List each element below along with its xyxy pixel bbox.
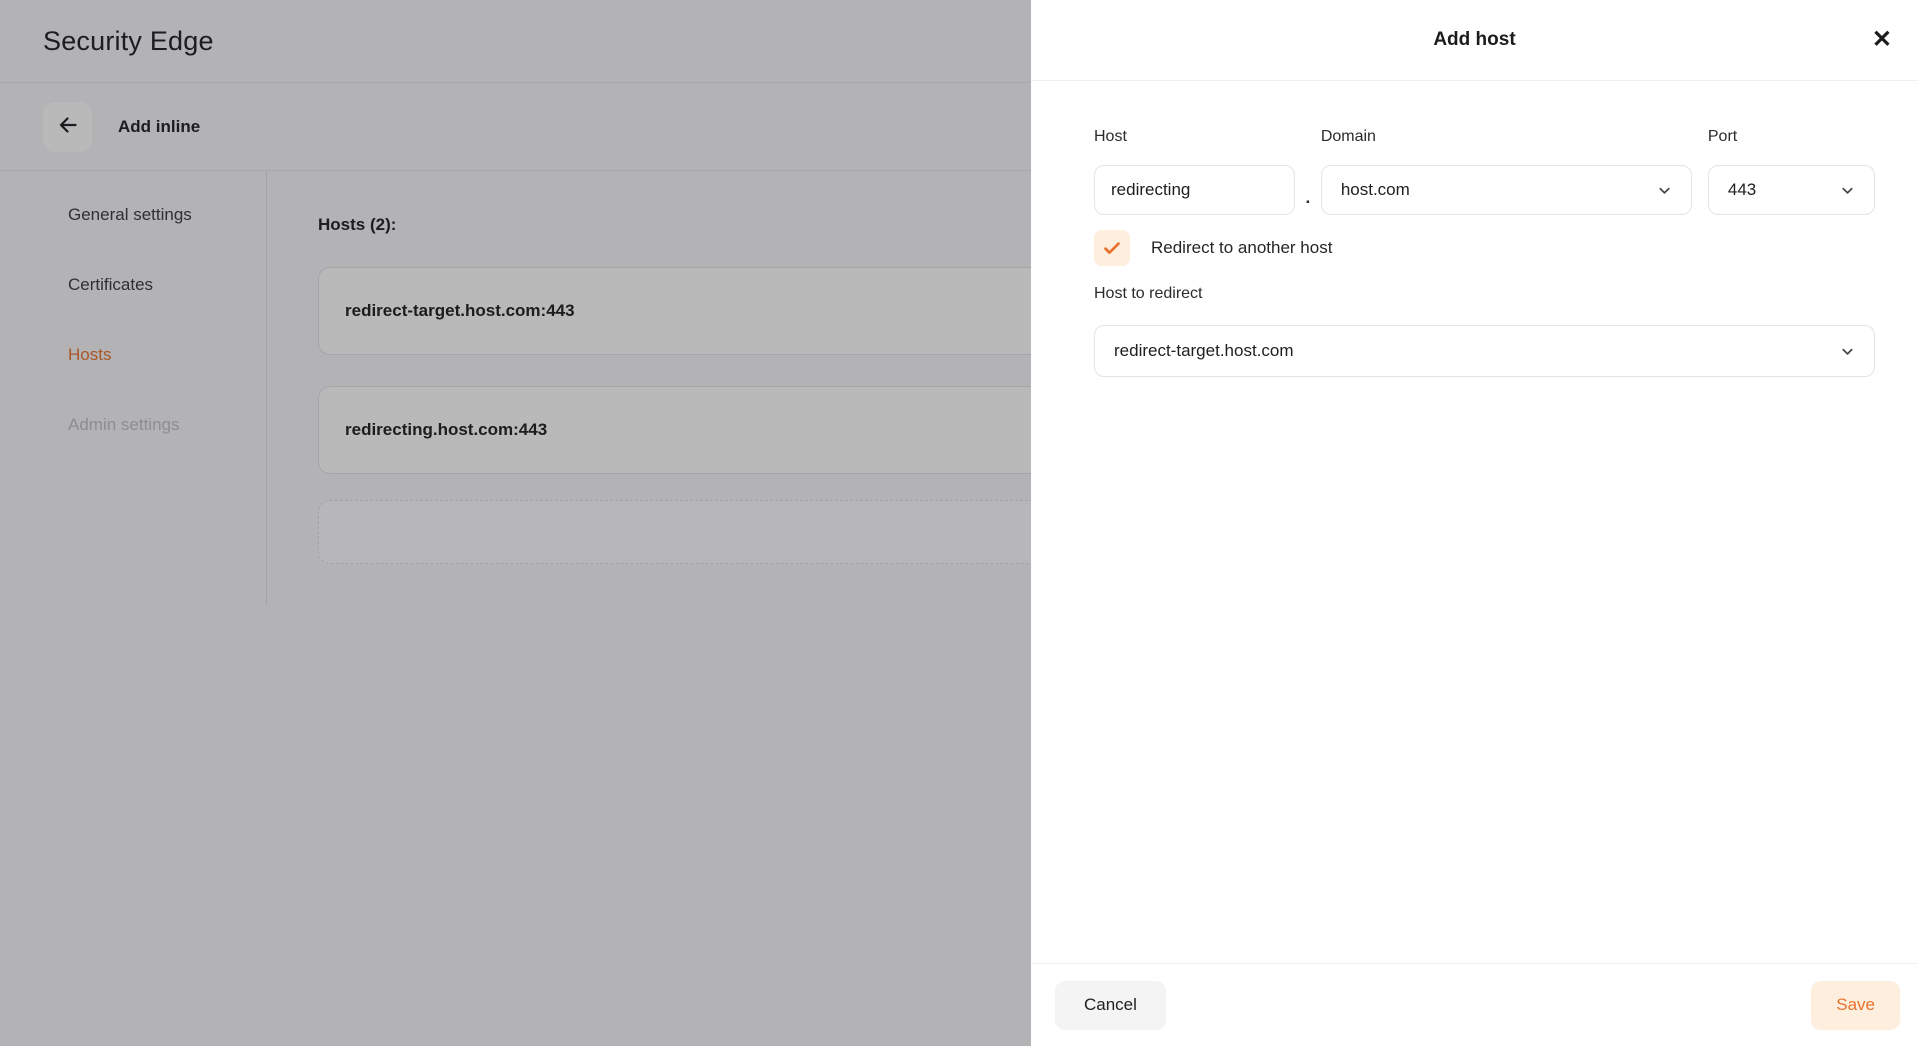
save-button[interactable]: Save xyxy=(1811,981,1900,1030)
port-field-group: Port 443 xyxy=(1708,128,1875,215)
drawer-footer: Cancel Save xyxy=(1031,963,1918,1046)
checkmark-icon xyxy=(1101,237,1123,259)
host-field-group: Host xyxy=(1094,128,1295,215)
port-label: Port xyxy=(1708,128,1875,146)
redirect-checkbox-label: Redirect to another host xyxy=(1151,238,1332,258)
cancel-button[interactable]: Cancel xyxy=(1055,981,1166,1030)
drawer-title: Add host xyxy=(1433,29,1515,51)
chevron-down-icon xyxy=(1657,183,1672,198)
domain-select-value: host.com xyxy=(1341,180,1410,200)
screen: Security Edge Add inline General setting… xyxy=(0,0,1918,1046)
add-host-drawer: Add host ✕ Host . Domain host.com xyxy=(1031,0,1918,1046)
port-select[interactable]: 443 xyxy=(1708,165,1875,215)
drawer-header: Add host ✕ xyxy=(1031,0,1918,81)
port-select-value: 443 xyxy=(1728,180,1756,200)
drawer-body: Host . Domain host.com xyxy=(1031,81,1918,377)
host-domain-separator: . xyxy=(1295,188,1321,215)
redirect-checkbox[interactable] xyxy=(1094,230,1130,266)
host-input[interactable] xyxy=(1094,165,1295,215)
domain-field-group: Domain host.com xyxy=(1321,128,1692,215)
host-to-redirect-value: redirect-target.host.com xyxy=(1114,341,1294,361)
chevron-down-icon xyxy=(1840,183,1855,198)
redirect-checkbox-row: Redirect to another host xyxy=(1094,230,1875,266)
chevron-down-icon xyxy=(1840,344,1855,359)
domain-select[interactable]: host.com xyxy=(1321,165,1692,215)
close-button[interactable]: ✕ xyxy=(1868,24,1896,56)
host-to-redirect-label: Host to redirect xyxy=(1094,285,1875,303)
host-label: Host xyxy=(1094,128,1295,146)
host-to-redirect-select[interactable]: redirect-target.host.com xyxy=(1094,325,1875,377)
host-field-row: Host . Domain host.com xyxy=(1094,128,1875,215)
domain-label: Domain xyxy=(1321,128,1692,146)
close-icon: ✕ xyxy=(1872,26,1892,53)
